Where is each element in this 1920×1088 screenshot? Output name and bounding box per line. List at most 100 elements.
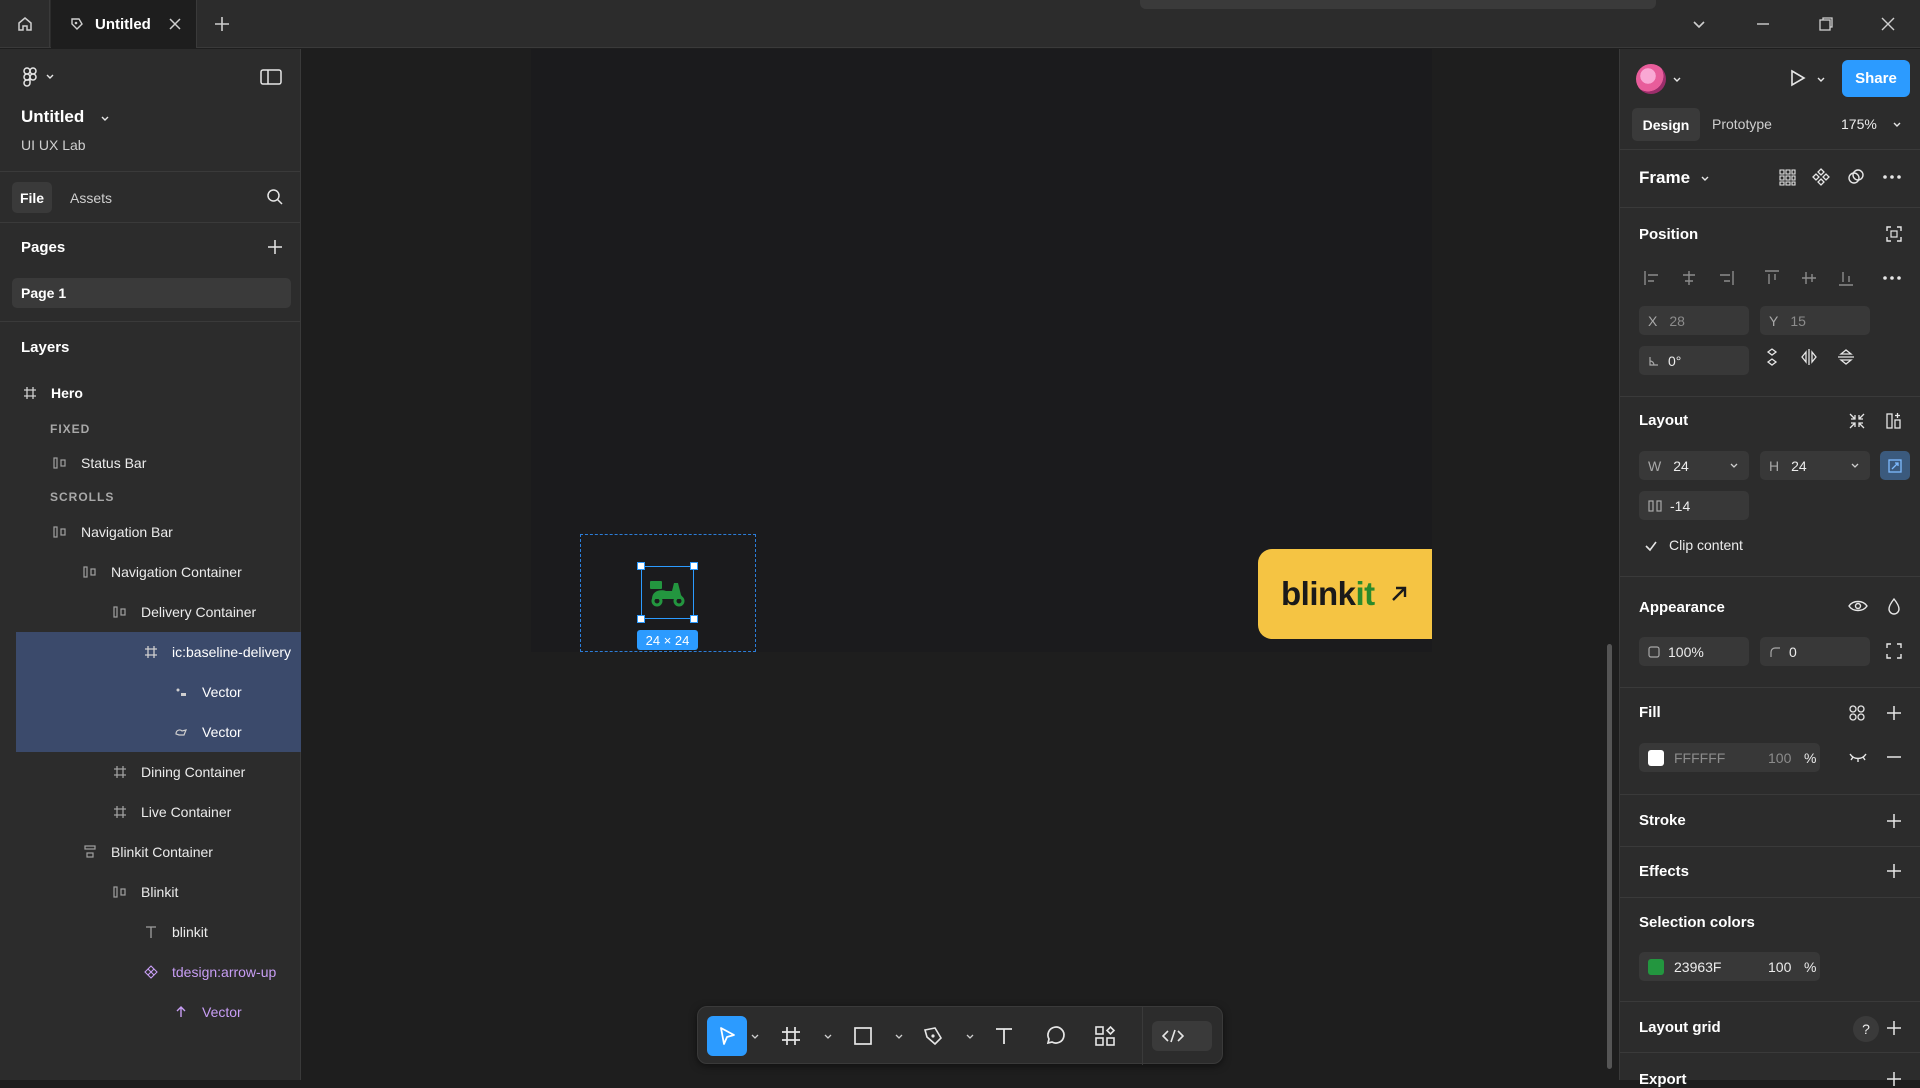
mask-button[interactable] [1847, 168, 1865, 186]
align-middle-button[interactable] [1800, 270, 1818, 286]
selected-delivery-icon[interactable] [637, 562, 698, 623]
width-field[interactable]: W 24 [1639, 451, 1749, 480]
flip-vertical-button[interactable] [1837, 348, 1855, 366]
layer-ic-baseline-delivery[interactable]: ic:baseline-delivery [16, 632, 301, 672]
avatar[interactable] [1636, 64, 1666, 94]
comment-tool-button[interactable] [1038, 1016, 1072, 1056]
resize-handle[interactable] [637, 562, 645, 570]
layer-delivery-container[interactable]: Delivery Container [16, 592, 301, 632]
add-layout-grid-button[interactable] [1885, 1019, 1903, 1037]
layer-vector[interactable]: Vector [16, 712, 301, 752]
chevron-down-icon[interactable] [1672, 75, 1682, 85]
grid-view-button[interactable] [1778, 168, 1796, 186]
layer-navigation-bar[interactable]: Navigation Bar [16, 512, 301, 552]
corner-radius-field[interactable]: 0 [1760, 637, 1870, 666]
align-top-button[interactable] [1763, 270, 1781, 286]
rotation-field[interactable]: 0° [1639, 346, 1749, 375]
present-button[interactable] [1787, 68, 1807, 88]
chevron-down-icon[interactable] [1816, 75, 1826, 85]
layer-hero[interactable]: Hero [16, 373, 301, 413]
layer-blinkit-container[interactable]: Blinkit Container [16, 832, 301, 872]
align-bottom-button[interactable] [1837, 270, 1855, 286]
help-button[interactable]: ? [1853, 1016, 1879, 1042]
canvas[interactable]: 24 × 24 blinkit [302, 49, 1618, 1080]
tab-prototype[interactable]: Prototype [1712, 116, 1772, 132]
resize-handle[interactable] [690, 615, 698, 623]
frame-type-label[interactable]: Frame [1639, 168, 1690, 188]
align-left-button[interactable] [1643, 270, 1661, 286]
toggle-sidebar-button[interactable] [260, 68, 282, 86]
lock-aspect-ratio-button[interactable] [1880, 451, 1910, 480]
y-field[interactable]: Y 15 [1760, 306, 1870, 335]
chevron-down-icon[interactable] [1892, 120, 1902, 130]
gap-field[interactable]: -14 [1639, 491, 1749, 520]
layer-live-container[interactable]: Live Container [16, 792, 301, 832]
x-field[interactable]: X 28 [1639, 306, 1749, 335]
add-effect-button[interactable] [1885, 862, 1903, 880]
chevron-down-icon[interactable] [100, 114, 110, 124]
layer-dining-container[interactable]: Dining Container [16, 752, 301, 792]
close-tab-button[interactable] [168, 17, 182, 31]
layer-status-bar[interactable]: Status Bar [16, 443, 301, 483]
fill-styles-button[interactable] [1848, 704, 1866, 722]
selection-color-field[interactable]: 23963F 100 % [1639, 952, 1820, 981]
move-tool-button[interactable] [707, 1016, 747, 1056]
remove-fill-button[interactable] [1885, 750, 1903, 764]
opacity-field[interactable]: 100% [1639, 637, 1749, 666]
chevron-down-icon[interactable] [1729, 462, 1739, 470]
layer-blinkit[interactable]: Blinkit [16, 872, 301, 912]
chevron-down-icon[interactable] [1700, 174, 1710, 184]
visibility-toggle[interactable] [1848, 598, 1868, 614]
tab-file[interactable]: File [12, 182, 52, 213]
rotate-button[interactable] [1763, 348, 1781, 366]
text-tool-button[interactable] [987, 1016, 1021, 1056]
resources-tool-button[interactable] [1088, 1016, 1122, 1056]
layer-vector[interactable]: Vector [16, 992, 301, 1032]
chevron-down-icon[interactable] [1850, 462, 1860, 470]
tab-assets[interactable]: Assets [70, 190, 112, 206]
constraints-button[interactable] [1885, 225, 1903, 243]
dev-mode-toggle[interactable] [1152, 1021, 1212, 1051]
close-window-button[interactable] [1878, 14, 1898, 34]
selection-color-swatch[interactable] [1648, 958, 1664, 975]
minimize-button[interactable] [1753, 14, 1773, 34]
add-export-button[interactable] [1885, 1070, 1903, 1088]
flip-horizontal-button[interactable] [1800, 348, 1818, 366]
clip-content-checkbox[interactable] [1642, 537, 1660, 555]
main-menu-button[interactable] [21, 67, 55, 87]
fill-color-field[interactable]: FFFFFF 100 % [1639, 743, 1820, 772]
clip-content-label[interactable]: Clip content [1669, 537, 1743, 553]
page-item-page-1[interactable]: Page 1 [12, 278, 291, 308]
chevron-down-icon[interactable] [966, 1033, 974, 1041]
independent-corners-button[interactable] [1885, 642, 1903, 660]
team-name[interactable]: UI UX Lab [21, 137, 86, 153]
tabs-dropdown-button[interactable] [1689, 14, 1709, 34]
add-stroke-button[interactable] [1885, 812, 1903, 830]
chevron-down-icon[interactable] [895, 1033, 903, 1041]
layer-tdesign-arrow-up[interactable]: tdesign:arrow-up [16, 952, 301, 992]
fill-swatch[interactable] [1648, 749, 1664, 766]
file-title[interactable]: Untitled [21, 107, 84, 127]
more-options-button[interactable] [1882, 168, 1902, 186]
layer-blinkit-text[interactable]: blinkit [16, 912, 301, 952]
tab-design[interactable]: Design [1632, 108, 1700, 141]
frame-tool-button[interactable] [774, 1016, 808, 1056]
chevron-down-icon[interactable] [824, 1033, 832, 1041]
layer-navigation-container[interactable]: Navigation Container [16, 552, 301, 592]
align-right-button[interactable] [1717, 270, 1735, 286]
new-tab-button[interactable] [212, 14, 232, 34]
canvas-scrollbar[interactable] [1607, 644, 1612, 1069]
add-autolayout-button[interactable] [1885, 412, 1903, 430]
search-layers-button[interactable] [266, 188, 284, 206]
zoom-level[interactable]: 175% [1841, 116, 1877, 132]
align-center-h-button[interactable] [1680, 270, 1698, 286]
more-align-button[interactable] [1882, 271, 1902, 285]
pen-tool-button[interactable] [916, 1016, 950, 1056]
chevron-down-icon[interactable] [751, 1033, 759, 1041]
layer-vector[interactable]: Vector [16, 672, 301, 712]
share-button[interactable]: Share [1842, 60, 1910, 97]
collapse-layout-button[interactable] [1848, 412, 1866, 430]
restore-button[interactable] [1816, 14, 1836, 34]
create-component-button[interactable] [1812, 168, 1830, 186]
add-page-button[interactable] [266, 238, 284, 256]
